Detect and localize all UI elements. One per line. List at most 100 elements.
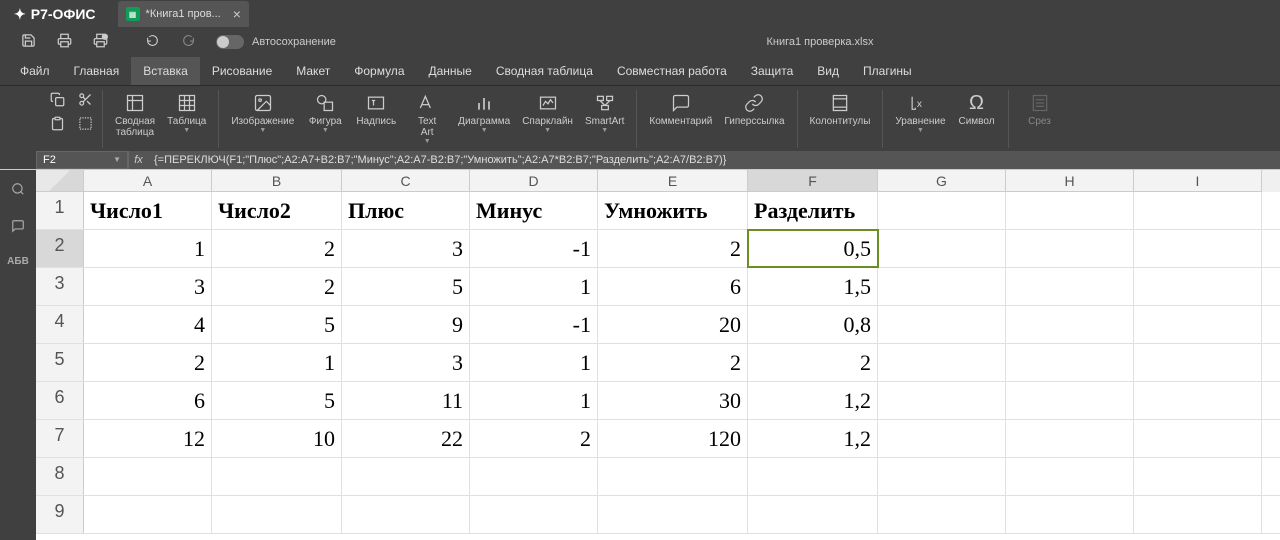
cell-I3[interactable] (1134, 268, 1262, 305)
cell-G8[interactable] (878, 458, 1006, 495)
col-header-A[interactable]: A (84, 170, 212, 192)
col-header-C[interactable]: C (342, 170, 470, 192)
cell-B3[interactable]: 2 (212, 268, 342, 305)
cell-B5[interactable]: 1 (212, 344, 342, 381)
cell-H3[interactable] (1006, 268, 1134, 305)
cell-E4[interactable]: 20 (598, 306, 748, 343)
equation-button[interactable]: xУравнение▼ (889, 90, 951, 136)
cell-E8[interactable] (598, 458, 748, 495)
cell-H5[interactable] (1006, 344, 1134, 381)
menu-сводная таблица[interactable]: Сводная таблица (484, 57, 605, 85)
row-header-5[interactable]: 5 (36, 344, 84, 381)
col-header-I[interactable]: I (1134, 170, 1262, 192)
symbol-button[interactable]: ΩСимвол (952, 90, 1002, 129)
cell-F9[interactable] (748, 496, 878, 533)
cell-F4[interactable]: 0,8 (748, 306, 878, 343)
cell-G2[interactable] (878, 230, 1006, 267)
textart-button[interactable]: Text Art▼ (402, 90, 452, 147)
formula-input[interactable]: {=ПЕРЕКЛЮЧ(F1;"Плюс";A2:A7+B2:B7;"Минус"… (148, 151, 1280, 169)
cell-D7[interactable]: 2 (470, 420, 598, 457)
cell-H8[interactable] (1006, 458, 1134, 495)
cell-G4[interactable] (878, 306, 1006, 343)
cell-B2[interactable]: 2 (212, 230, 342, 267)
cell-H6[interactable] (1006, 382, 1134, 419)
row-header-6[interactable]: 6 (36, 382, 84, 419)
cell-I8[interactable] (1134, 458, 1262, 495)
menu-вставка[interactable]: Вставка (131, 57, 200, 85)
cell-A4[interactable]: 4 (84, 306, 212, 343)
cell-G5[interactable] (878, 344, 1006, 381)
row-header-9[interactable]: 9 (36, 496, 84, 533)
menu-данные[interactable]: Данные (417, 57, 484, 85)
cell-C9[interactable] (342, 496, 470, 533)
smartart-button[interactable]: SmartArt▼ (579, 90, 630, 136)
cell-C7[interactable]: 22 (342, 420, 470, 457)
undo-icon[interactable] (134, 34, 170, 50)
cell-B6[interactable]: 5 (212, 382, 342, 419)
col-header-G[interactable]: G (878, 170, 1006, 192)
cell-I6[interactable] (1134, 382, 1262, 419)
cell-E9[interactable] (598, 496, 748, 533)
cell-I1[interactable] (1134, 192, 1262, 229)
menu-совместная работа[interactable]: Совместная работа (605, 57, 739, 85)
cell-D1[interactable]: Минус (470, 192, 598, 229)
cell-D3[interactable]: 1 (470, 268, 598, 305)
cell-C5[interactable]: 3 (342, 344, 470, 381)
cell-F5[interactable]: 2 (748, 344, 878, 381)
col-header-D[interactable]: D (470, 170, 598, 192)
cell-H1[interactable] (1006, 192, 1134, 229)
quick-print-icon[interactable] (82, 33, 118, 51)
row-header-8[interactable]: 8 (36, 458, 84, 495)
shape-button[interactable]: Фигура▼ (300, 90, 350, 136)
redo-icon[interactable] (170, 34, 206, 50)
row-header-7[interactable]: 7 (36, 420, 84, 457)
cell-D6[interactable]: 1 (470, 382, 598, 419)
hyperlink-button[interactable]: Гиперссылка (718, 90, 790, 129)
cell-H9[interactable] (1006, 496, 1134, 533)
cell-E6[interactable]: 30 (598, 382, 748, 419)
cell-F1[interactable]: Разделить (748, 192, 878, 229)
menu-рисование[interactable]: Рисование (200, 57, 284, 85)
menu-плагины[interactable]: Плагины (851, 57, 924, 85)
cell-C3[interactable]: 5 (342, 268, 470, 305)
cell-A9[interactable] (84, 496, 212, 533)
cell-A7[interactable]: 12 (84, 420, 212, 457)
cell-D5[interactable]: 1 (470, 344, 598, 381)
cell-A5[interactable]: 2 (84, 344, 212, 381)
cell-F7[interactable]: 1,2 (748, 420, 878, 457)
spellcheck-icon[interactable]: АБВ (7, 256, 29, 267)
menu-макет[interactable]: Макет (284, 57, 342, 85)
slicer-button[interactable]: Срез (1015, 90, 1065, 129)
cell-I7[interactable] (1134, 420, 1262, 457)
cell-I2[interactable] (1134, 230, 1262, 267)
cell-F2[interactable]: 0,5 (748, 230, 878, 267)
cell-G3[interactable] (878, 268, 1006, 305)
cell-C8[interactable] (342, 458, 470, 495)
paste-icon[interactable] (48, 116, 66, 134)
cell-A3[interactable]: 3 (84, 268, 212, 305)
name-box[interactable]: F2 ▼ (36, 151, 128, 169)
chart-button[interactable]: Диаграмма▼ (452, 90, 516, 136)
select-icon[interactable] (76, 116, 94, 134)
save-icon[interactable] (10, 33, 46, 51)
row-header-4[interactable]: 4 (36, 306, 84, 343)
cell-B4[interactable]: 5 (212, 306, 342, 343)
cell-D8[interactable] (470, 458, 598, 495)
select-all-corner[interactable] (36, 170, 84, 192)
cell-H4[interactable] (1006, 306, 1134, 343)
cell-F8[interactable] (748, 458, 878, 495)
print-icon[interactable] (46, 33, 82, 51)
search-icon[interactable] (11, 182, 25, 199)
document-tab[interactable]: ▦ *Книга1 пров... × (118, 1, 249, 27)
menu-вид[interactable]: Вид (805, 57, 851, 85)
image-button[interactable]: Изображение▼ (225, 90, 300, 136)
cell-E1[interactable]: Умножить (598, 192, 748, 229)
sparkline-button[interactable]: Спарклайн▼ (516, 90, 579, 136)
cell-I5[interactable] (1134, 344, 1262, 381)
cell-A8[interactable] (84, 458, 212, 495)
menu-защита[interactable]: Защита (739, 57, 806, 85)
spreadsheet-grid[interactable]: ABCDEFGHI 1Число1Число2ПлюсМинусУмножить… (36, 170, 1280, 540)
cell-B1[interactable]: Число2 (212, 192, 342, 229)
cut-icon[interactable] (76, 92, 94, 110)
cell-A2[interactable]: 1 (84, 230, 212, 267)
